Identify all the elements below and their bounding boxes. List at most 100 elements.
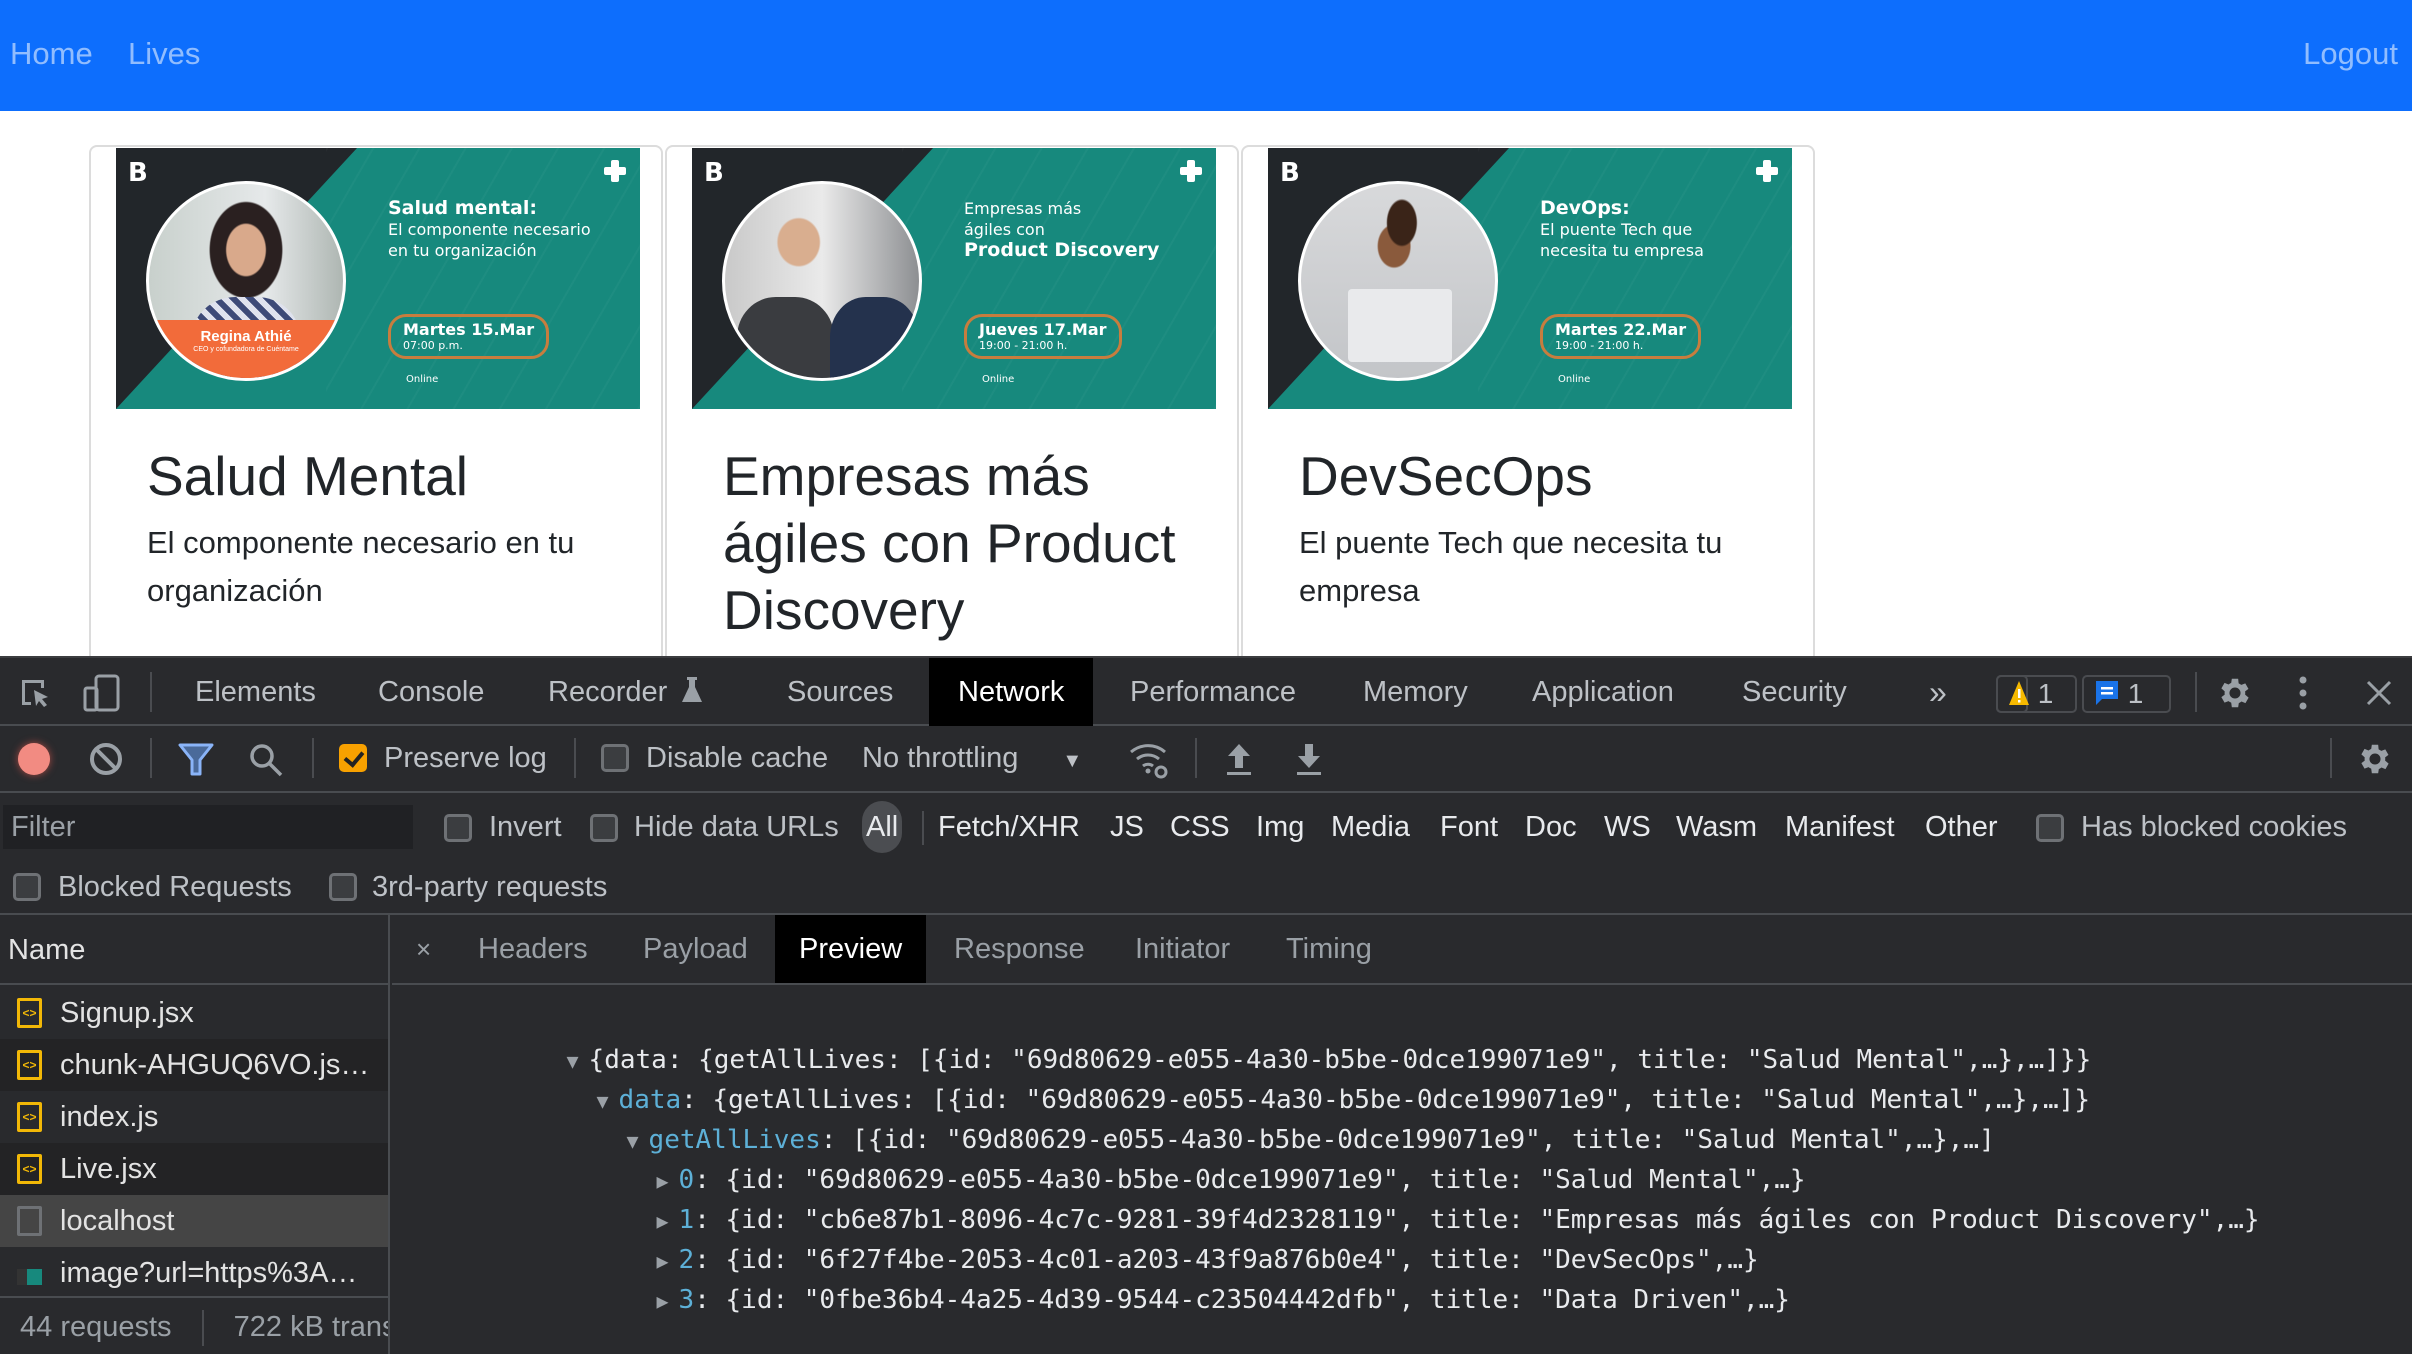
record-button[interactable] — [18, 743, 50, 775]
live-card[interactable]: B Regina Athié CEO y cofundadora de Cuén… — [89, 145, 663, 656]
tab-payload[interactable]: Payload — [619, 915, 772, 983]
warnings-count: 1 — [2037, 678, 2054, 709]
card-title: DevSecOps — [1299, 445, 1593, 507]
separator — [150, 738, 152, 778]
json-tree-node[interactable]: ▶ 3: {id: "0fbe36b4-4a25-4d39-9544-c23504… — [500, 1240, 1790, 1315]
logout-link[interactable]: Logout — [2303, 36, 2398, 72]
device-toolbar-icon[interactable] — [82, 674, 122, 717]
filter-funnel-icon[interactable] — [178, 742, 214, 783]
warnings-badge[interactable]: 1 — [1996, 675, 2077, 713]
type-filter-ws[interactable]: WS — [1604, 801, 1651, 853]
json-tree-node[interactable]: ▶ 1: {id: "cb6e87b1-8096-4c7c-9281-39f4d2… — [500, 1160, 2260, 1235]
json-tree-node[interactable]: ▼ getAllLives: [{id: "69d80629-e055-4a30-… — [470, 1080, 1995, 1155]
separator — [201, 1310, 204, 1347]
close-details-icon[interactable]: × — [416, 915, 431, 983]
speaker-photo — [722, 181, 922, 381]
disable-cache-checkbox[interactable] — [601, 744, 629, 772]
type-filter-img[interactable]: Img — [1256, 801, 1304, 853]
nav-link-lives[interactable]: Lives — [128, 36, 200, 72]
filter-input[interactable] — [3, 805, 413, 849]
image-headline: DevOps: El puente Tech que necesita tu e… — [1540, 198, 1740, 261]
network-conditions-icon[interactable] — [1128, 740, 1170, 785]
lives-card-grid: B Regina Athié CEO y cofundadora de Cuén… — [89, 145, 1817, 656]
document-icon — [17, 1206, 42, 1236]
tab-performance[interactable]: Performance — [1101, 658, 1325, 726]
messages-badge[interactable]: 1 — [2082, 675, 2171, 713]
tab-timing[interactable]: Timing — [1262, 915, 1396, 983]
tab-elements[interactable]: Elements — [166, 658, 345, 726]
request-row[interactable]: <> chunk-AHGUQ6VO.js… — [0, 1039, 388, 1091]
tab-security[interactable]: Security — [1713, 658, 1876, 726]
network-settings-gear-icon[interactable] — [2356, 740, 2394, 783]
type-filter-manifest[interactable]: Manifest — [1785, 801, 1895, 853]
json-tree-node[interactable]: ▶ 0: {id: "69d80629-e055-4a30-b5be-0dce19… — [500, 1120, 1806, 1195]
has-blocked-cookies-checkbox[interactable] — [2036, 814, 2064, 842]
invert-checkbox[interactable] — [444, 814, 472, 842]
json-tree-node[interactable]: ▼ {data: {getAllLives: [{id: "69d80629-e0… — [410, 1000, 2092, 1075]
type-filter-all[interactable]: All — [862, 801, 903, 853]
request-row-selected[interactable]: localhost — [0, 1195, 388, 1247]
tab-initiator[interactable]: Initiator — [1111, 915, 1254, 983]
blocked-requests-checkbox[interactable] — [13, 873, 41, 901]
image-headline-rest: El puente Tech que necesita tu empresa — [1540, 220, 1704, 260]
clear-icon[interactable] — [88, 741, 124, 782]
json-tree-node[interactable]: ▼ data: {getAllLives: [{id: "69d80629-e05… — [440, 1040, 2090, 1115]
image-headline-bold: Salud mental: — [388, 197, 537, 219]
live-card[interactable]: B DevOps: El puente Tech que necesita tu… — [1241, 145, 1815, 656]
throttling-select[interactable]: No throttling ▼ — [862, 726, 1082, 791]
more-options-icon[interactable] — [2298, 674, 2308, 717]
event-mode: Online — [406, 374, 439, 385]
tab-recorder-label: Recorder — [548, 676, 668, 708]
json-tree-node[interactable]: ▶ 2: {id: "6f27f4be-2053-4c01-a203-43f9a8… — [500, 1200, 1759, 1275]
settings-gear-icon[interactable] — [2216, 674, 2254, 717]
tab-memory[interactable]: Memory — [1334, 658, 1497, 726]
tab-response[interactable]: Response — [930, 915, 1109, 983]
third-party-requests-checkbox[interactable] — [329, 873, 357, 901]
script-file-icon: <> — [17, 1154, 42, 1184]
separator — [574, 738, 576, 778]
inspect-element-icon[interactable] — [18, 676, 54, 717]
plus-icon — [1180, 160, 1202, 182]
disable-cache-label: Disable cache — [646, 742, 829, 774]
type-filter-wasm[interactable]: Wasm — [1676, 801, 1757, 853]
live-card[interactable]: B Empresas más ágiles con Product Discov… — [665, 145, 1239, 656]
nav-link-home[interactable]: Home — [10, 36, 93, 72]
request-row[interactable]: <> index.js — [0, 1091, 388, 1143]
request-row[interactable]: <> Live.jsx — [0, 1143, 388, 1195]
import-har-icon[interactable] — [1224, 742, 1254, 781]
export-har-icon[interactable] — [1294, 742, 1324, 781]
date-pill: Jueves 17.Mar 19:00 - 21:00 h. — [964, 314, 1122, 359]
tab-sources[interactable]: Sources — [758, 658, 922, 726]
throttling-value: No throttling — [862, 742, 1019, 774]
hide-data-urls-checkbox[interactable] — [590, 814, 618, 842]
tab-recorder[interactable]: Recorder — [519, 658, 732, 726]
separator — [1195, 738, 1197, 778]
image-circuit-pattern — [325, 148, 640, 409]
json-key: 3 — [678, 1285, 695, 1315]
name-column-header[interactable]: Name — [0, 915, 388, 985]
tab-application[interactable]: Application — [1503, 658, 1703, 726]
type-filter-js[interactable]: JS — [1110, 801, 1144, 853]
request-row[interactable]: <> Signup.jsx — [0, 987, 388, 1039]
type-filter-css[interactable]: CSS — [1170, 801, 1230, 853]
tab-console[interactable]: Console — [349, 658, 513, 726]
preserve-log-checkbox[interactable] — [339, 744, 367, 772]
type-filter-font[interactable]: Font — [1440, 801, 1498, 853]
more-tabs-button[interactable]: » — [1900, 658, 1976, 726]
request-name: chunk-AHGUQ6VO.js… — [60, 1049, 370, 1081]
script-file-icon: <> — [17, 998, 42, 1028]
event-time: 19:00 - 21:00 h. — [1555, 339, 1644, 352]
event-mode: Online — [1558, 374, 1591, 385]
collapsed-triangle-icon: ▶ — [656, 1289, 669, 1313]
tab-preview[interactable]: Preview — [775, 915, 927, 983]
type-filter-doc[interactable]: Doc — [1525, 801, 1577, 853]
type-filter-media[interactable]: Media — [1331, 801, 1410, 853]
request-row[interactable]: image?url=https%3A… — [0, 1247, 388, 1299]
tab-headers[interactable]: Headers — [454, 915, 612, 983]
tab-network[interactable]: Network — [929, 658, 1094, 726]
type-filter-fetch-xhr[interactable]: Fetch/XHR — [938, 801, 1080, 853]
close-devtools-icon[interactable] — [2366, 680, 2392, 711]
type-filter-other[interactable]: Other — [1925, 801, 1998, 853]
search-icon[interactable] — [248, 742, 284, 783]
event-time: 07:00 p.m. — [403, 339, 463, 352]
